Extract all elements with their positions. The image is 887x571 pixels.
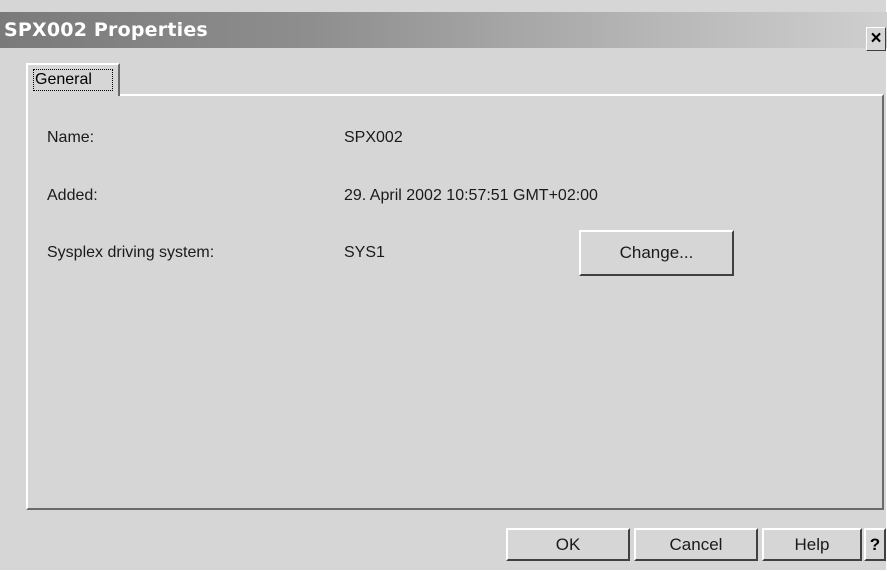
cancel-button[interactable]: Cancel [634, 528, 758, 561]
added-value: 29. April 2002 10:57:51 GMT+02:00 [344, 187, 598, 204]
general-panel [26, 94, 884, 510]
help-button-label: Help [794, 534, 830, 554]
driving-system-value: SYS1 [344, 244, 385, 261]
title-bar[interactable]: SPX002 Properties × [0, 12, 887, 51]
close-button[interactable]: × [866, 27, 886, 51]
added-label: Added: [47, 187, 98, 204]
context-help-button[interactable]: ? [864, 528, 886, 561]
help-button[interactable]: Help [762, 528, 862, 561]
cancel-button-label: Cancel [669, 534, 723, 554]
change-button-label: Change... [619, 243, 694, 262]
question-mark-icon: ? [869, 534, 881, 554]
properties-dialog: SPX002 Properties × General Name: SPX002… [0, 0, 887, 571]
tab-general-label: General [33, 69, 113, 91]
driving-system-label: Sysplex driving system: [47, 244, 215, 261]
tab-general[interactable]: General [26, 63, 120, 96]
name-label: Name: [47, 129, 95, 146]
close-icon: × [870, 28, 882, 49]
window-title: SPX002 Properties [4, 19, 208, 41]
ok-button-label: OK [555, 534, 581, 554]
change-button[interactable]: Change... [579, 230, 734, 276]
ok-button[interactable]: OK [506, 528, 630, 561]
name-value: SPX002 [344, 129, 403, 146]
